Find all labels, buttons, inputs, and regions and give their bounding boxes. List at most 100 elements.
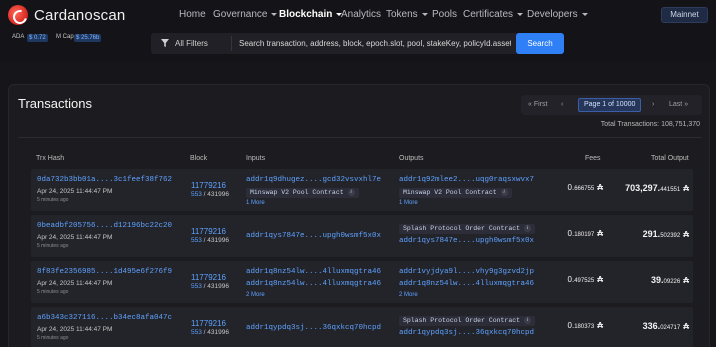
cardanoscan-logo-icon[interactable] [8,5,28,25]
info-icon[interactable]: i [347,188,355,196]
mcap-label: M Cap [56,34,74,40]
chevron-down-icon [421,12,428,16]
network-selector-button[interactable]: Mainnet [661,7,708,23]
last-page-button[interactable]: Last » [669,101,688,108]
tx-total-output: 291.502392 ₳ [642,229,689,239]
epoch-link[interactable]: 553 [191,329,202,336]
table-row: 0da732b3bb01a....3c1feef38f762 Apr 24, 2… [31,169,693,211]
brand-name[interactable]: Cardanoscan [34,7,125,24]
table-row: 8f83fe2356985....1d495e6f276f9 Apr 24, 2… [31,261,693,303]
input-address-link[interactable]: addr1q8nz54lw....4lluxmqgtra46 [246,268,381,276]
block-link[interactable]: 11779216 [191,181,226,190]
input-address-link[interactable]: addr1q8nz54lw....4lluxmqgtra46 [246,280,381,288]
prev-page-button[interactable]: ‹ [561,101,563,108]
chevron-left-icon: ‹ [561,101,564,108]
block-link[interactable]: 11779216 [191,273,226,282]
contract-tag: Minswap V2 Pool Contract i [399,188,512,198]
tx-age: 5 minutes ago [37,243,69,249]
double-chevron-right-icon: » [684,101,689,108]
col-inputs: Inputs [246,155,266,162]
tx-hash-link[interactable]: 8f83fe2356985....1d495e6f276f9 [37,268,172,276]
epoch-slot: 553 / 431996 [191,191,229,198]
nav-tokens[interactable]: Tokens [386,9,428,20]
tx-total-output: 703,297.441551 ₳ [625,183,689,193]
nav-home[interactable]: Home [179,9,206,20]
col-outputs: Outputs [399,155,424,162]
outputs-more-link[interactable]: 2 More [399,292,418,298]
slot-value: 431996 [207,283,229,290]
input-address-link[interactable]: addr1q9dhugez....gcd32vsvxhl7e [246,176,381,184]
info-icon[interactable]: i [524,224,532,232]
epoch-link[interactable]: 553 [191,237,202,244]
chevron-right-icon: › [652,101,655,108]
col-trx-hash: Trx Hash [36,155,65,162]
slot-value: 431996 [207,237,229,244]
input-address-link[interactable]: addr1qypdq3sj....36qxkcq70hcpd [246,324,381,332]
chevron-down-icon [271,12,278,16]
double-chevron-left-icon: « [528,101,532,108]
filter-icon[interactable] [161,39,169,47]
contract-tag: Splash Protocol Order Contract i [399,316,536,326]
nav-governance[interactable]: Governance [213,9,278,20]
ada-label: ADA [12,34,25,40]
next-page-button[interactable]: › [652,101,654,108]
block-link[interactable]: 11779216 [191,227,226,236]
ada-symbol-icon: ₳ [597,321,603,330]
nav-developers[interactable]: Developers [527,9,588,20]
ada-symbol-icon: ₳ [683,276,689,285]
current-page-indicator: Page 1 of 10000 [578,98,642,112]
tx-total-output: 39.09226 ₳ [651,275,689,285]
tx-hash-link[interactable]: a6b343c327116....b34ec8afa047c [37,314,172,322]
slot-value: 431996 [207,191,229,198]
outputs-more-link[interactable]: 1 More [399,200,418,206]
tx-hash-link[interactable]: 0beadbf205756....d12196bc22c20 [37,222,172,230]
ada-symbol-icon: ₳ [683,230,689,239]
pagination: « First ‹ Page 1 of 10000 › Last » [521,95,702,115]
ada-symbol-icon: ₳ [597,275,603,284]
nav-analytics[interactable]: Analytics [341,9,381,20]
tx-fee: 0.497525 ₳ [567,275,603,284]
output-address-link[interactable]: addr1qypdq3sj....36qxkcq70hcpd [399,329,534,337]
epoch-link[interactable]: 553 [191,191,202,198]
epoch-slot: 553 / 431996 [191,329,229,336]
top-navbar: Cardanoscan Home Governance Blockchain A… [0,0,716,62]
info-icon[interactable]: i [524,316,532,324]
contract-tag: Splash Protocol Order Contract i [399,224,536,234]
output-address-link[interactable]: addr1vyjdya9l....vhy9g3gzvd2jp [399,268,534,276]
mcap-badge: $ 25.76b [74,34,102,42]
filter-dropdown[interactable]: All Filters [175,39,208,48]
total-transactions: Total Transactions: 108,751,370 [600,121,700,128]
tx-date: Apr 24, 2025 11:44:47 PM [37,280,113,287]
ada-price-badge: $ 0.72 [27,34,48,42]
output-address-link[interactable]: addr1q8nz54lw....4lluxmqgtra46 [399,280,534,288]
output-address-link[interactable]: addr1qys7847e....upgh0wsmf5x0x [399,237,534,245]
inputs-more-link[interactable]: 2 More [246,292,265,298]
col-block: Block [190,155,208,162]
tx-date: Apr 24, 2025 11:44:47 PM [37,188,113,195]
nav-blockchain[interactable]: Blockchain [279,9,343,20]
slot-value: 431996 [207,329,229,336]
tx-fee: 0.666755 ₳ [567,183,603,192]
tx-hash-link[interactable]: 0da732b3bb01a....3c1feef38f762 [37,176,172,184]
search-bar: All Filters Search [151,33,564,54]
output-address-link[interactable]: addr1q92mlee2....uqg0raqsxwvx7 [399,176,534,184]
chevron-down-icon [581,12,588,16]
ada-symbol-icon: ₳ [683,184,689,193]
input-address-link[interactable]: addr1qys7847e....upgh0wsmf5x0x [246,232,381,240]
search-button[interactable]: Search [516,33,564,54]
epoch-slot: 553 / 431996 [191,237,229,244]
epoch-link[interactable]: 553 [191,283,202,290]
contract-tag: Minswap V2 Pool Contract i [246,188,359,198]
info-icon[interactable]: i [500,188,508,196]
tx-date: Apr 24, 2025 11:44:47 PM [37,326,113,333]
nav-pools[interactable]: Pools [432,9,457,20]
inputs-more-link[interactable]: 1 More [246,200,265,206]
tx-total-output: 336.024717 ₳ [642,321,689,331]
col-total-output: Total Output [651,155,689,162]
nav-certificates[interactable]: Certificates [463,9,524,20]
first-page-button[interactable]: « First [528,101,547,108]
ada-symbol-icon: ₳ [683,322,689,331]
search-input[interactable] [239,36,511,51]
block-link[interactable]: 11779216 [191,319,226,328]
ada-symbol-icon: ₳ [597,229,603,238]
